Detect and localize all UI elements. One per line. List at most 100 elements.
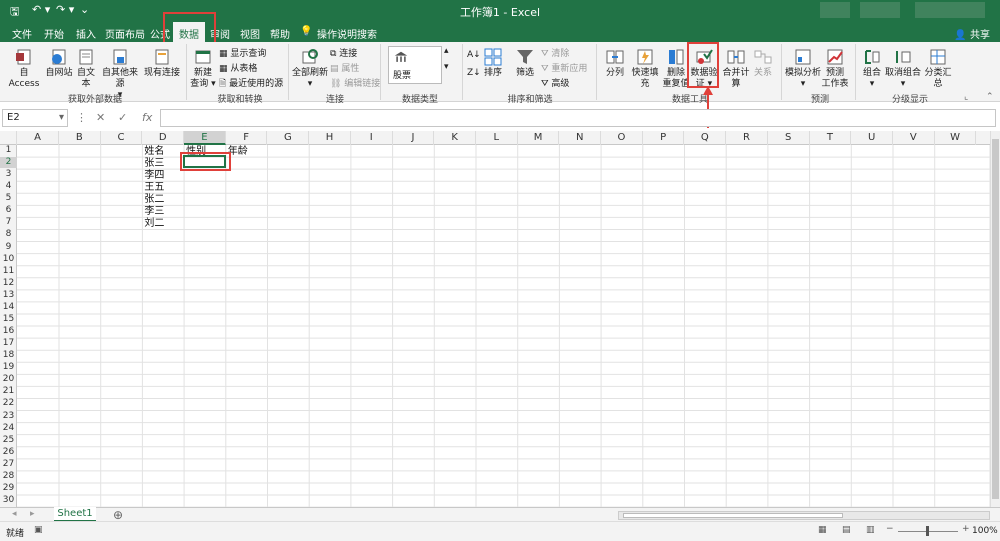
select-all-corner[interactable] (0, 131, 17, 145)
row-header-12[interactable]: 12 (0, 278, 17, 289)
row-header-7[interactable]: 7 (0, 217, 17, 228)
column-header-a[interactable]: A (17, 131, 59, 145)
show-queries-button[interactable]: ▦ 显示查询 (219, 46, 266, 59)
row-header-27[interactable]: 27 (0, 459, 17, 470)
column-header-c[interactable]: C (101, 131, 143, 145)
column-header-t[interactable]: T (810, 131, 852, 145)
from-web-button[interactable]: 自网站 (45, 48, 73, 79)
row-header-13[interactable]: 13 (0, 290, 17, 301)
column-header-j[interactable]: J (393, 131, 435, 145)
subtotal-button[interactable]: 分类汇总 (921, 48, 955, 90)
tab-insert[interactable]: 插入 (76, 26, 96, 41)
column-header-m[interactable]: M (518, 131, 560, 145)
column-header-l[interactable]: L (476, 131, 518, 145)
row-header-15[interactable]: 15 (0, 314, 17, 325)
cell-d5[interactable]: 张二 (144, 194, 164, 205)
datatype-scroll-down[interactable]: ▾ (444, 62, 449, 72)
enter-icon[interactable]: ✓ (118, 111, 127, 124)
consolidate-button[interactable]: 合并计算 (720, 48, 752, 90)
row-header-28[interactable]: 28 (0, 471, 17, 482)
column-header-g[interactable]: G (268, 131, 310, 145)
insert-function-icon[interactable]: fx (142, 111, 152, 124)
cell-d4[interactable]: 王五 (144, 182, 164, 193)
cell-d2[interactable]: 张三 (144, 158, 164, 169)
column-header-n[interactable]: N (559, 131, 602, 145)
column-header-q[interactable]: Q (685, 131, 727, 145)
sort-descending-icon[interactable]: Z↓ (467, 68, 481, 78)
row-header-4[interactable]: 4 (0, 181, 17, 192)
relationships-button[interactable]: 关系 (752, 48, 774, 79)
tab-page-layout[interactable]: 页面布局 (105, 26, 145, 41)
row-header-26[interactable]: 26 (0, 447, 17, 458)
cell-d1[interactable]: 姓名 (144, 146, 164, 157)
refresh-all-button[interactable]: 全部刷新 ▾ (292, 48, 328, 90)
column-header-i[interactable]: I (351, 131, 393, 145)
row-header-25[interactable]: 25 (0, 435, 17, 446)
column-header-b[interactable]: B (59, 131, 101, 145)
tell-me-search[interactable]: 操作说明搜索 (317, 26, 377, 41)
outline-dialog-launcher-icon[interactable]: ⌞ (964, 92, 968, 102)
sheet-tab-sheet1[interactable]: Sheet1 (54, 507, 96, 522)
macro-record-icon[interactable]: ▣ (34, 525, 43, 535)
from-access-button[interactable]: 自 Access (5, 48, 43, 90)
row-header-19[interactable]: 19 (0, 362, 17, 373)
properties-button[interactable]: ▤ 属性 (330, 61, 359, 74)
column-header-f[interactable]: F (226, 131, 268, 145)
ungroup-button[interactable]: 取消组合 ▾ (885, 48, 921, 90)
column-header-h[interactable]: H (309, 131, 351, 145)
name-box[interactable]: E2 ▾ (2, 109, 68, 127)
tab-home[interactable]: 开始 (44, 26, 64, 41)
formula-input[interactable] (160, 109, 996, 127)
row-header-3[interactable]: 3 (0, 169, 17, 180)
column-header-d[interactable]: D (142, 131, 185, 145)
column-header-w[interactable]: W (935, 131, 977, 145)
column-header-e[interactable]: E (184, 131, 226, 145)
flash-fill-button[interactable]: 快速填充 (628, 48, 662, 90)
prev-sheet-icon[interactable]: ◂ (12, 509, 17, 519)
row-header-30[interactable]: 30 (0, 495, 17, 506)
row-header-23[interactable]: 23 (0, 411, 17, 422)
zoom-out-icon[interactable]: − (886, 524, 894, 534)
zoom-in-icon[interactable]: + (962, 524, 970, 534)
add-sheet-icon[interactable]: ⊕ (113, 508, 123, 522)
reapply-button[interactable]: ⛛ 重新应用 (541, 61, 587, 74)
clear-filter-button[interactable]: ⛛ 清除 (541, 46, 569, 59)
worksheet-grid[interactable]: 姓名 性别 年龄 张三 李四 王五 张二 李三 刘二 (17, 145, 990, 507)
group-button[interactable]: 组合 ▾ (859, 48, 885, 90)
cell-d3[interactable]: 李四 (144, 170, 164, 181)
row-header-16[interactable]: 16 (0, 326, 17, 337)
row-header-9[interactable]: 9 (0, 242, 17, 253)
cell-d7[interactable]: 刘二 (144, 218, 164, 229)
name-box-dropdown-icon[interactable]: ▾ (59, 112, 64, 123)
share-button[interactable]: 👤 共享 (954, 26, 990, 41)
column-header-k[interactable]: K (434, 131, 476, 145)
row-header-11[interactable]: 11 (0, 266, 17, 277)
next-sheet-icon[interactable]: ▸ (30, 509, 35, 519)
what-if-analysis-button[interactable]: 模拟分析 ▾ (785, 48, 821, 90)
tab-file[interactable]: 文件 (12, 26, 32, 41)
row-header-10[interactable]: 10 (0, 254, 17, 265)
from-text-button[interactable]: 自文本 (73, 48, 99, 90)
row-header-1[interactable]: 1 (0, 145, 17, 156)
connections-button[interactable]: ⧉ 连接 (330, 46, 357, 59)
row-header-24[interactable]: 24 (0, 423, 17, 434)
page-break-view-icon[interactable]: ▥ (866, 525, 875, 535)
existing-connections-button[interactable]: 现有连接 (143, 48, 181, 79)
datatype-scroll-up[interactable]: ▴ (444, 46, 449, 56)
page-layout-view-icon[interactable]: ▤ (842, 525, 851, 535)
edit-links-button[interactable]: ⛓ 编辑链接 (330, 76, 380, 89)
collapse-ribbon-icon[interactable]: ⌃ (986, 92, 994, 102)
sort-ascending-icon[interactable]: A↓ (467, 50, 481, 60)
row-header-2[interactable]: 2 (0, 157, 17, 169)
filter-button[interactable]: 筛选 (513, 48, 537, 79)
row-header-17[interactable]: 17 (0, 338, 17, 349)
new-query-button[interactable]: 新建 查询 ▾ (189, 48, 217, 90)
row-header-20[interactable]: 20 (0, 374, 17, 385)
row-header-5[interactable]: 5 (0, 193, 17, 204)
forecast-sheet-button[interactable]: 预测 工作表 (821, 48, 849, 90)
column-header-o[interactable]: O (601, 131, 643, 145)
cancel-icon[interactable]: ✕ (96, 111, 105, 124)
row-header-14[interactable]: 14 (0, 302, 17, 313)
horizontal-scroll-thumb[interactable] (623, 513, 843, 518)
advanced-filter-button[interactable]: ⛛ 高级 (541, 76, 569, 89)
